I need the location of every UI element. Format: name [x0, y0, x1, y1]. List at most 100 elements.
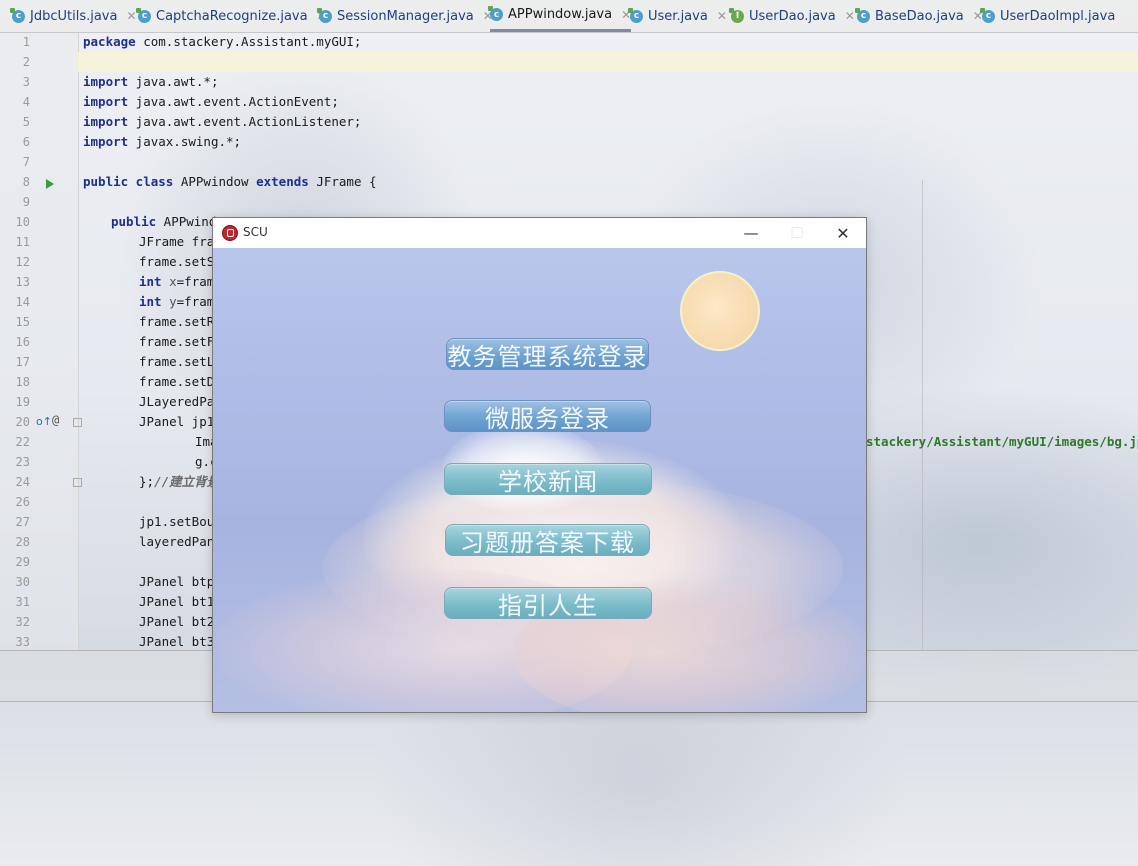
fold-icon[interactable]: [73, 478, 82, 487]
string-literal-fragment: stackery/Assistant/myGUI/images/bg.jpg": [866, 434, 1138, 449]
tab-sessionmanager[interactable]: c SessionManager.java ✕: [317, 0, 493, 32]
line-number: 20: [15, 415, 30, 429]
line-number: 6: [22, 135, 30, 149]
code-line: };//建立背景: [139, 474, 220, 489]
close-icon[interactable]: ✕: [717, 9, 727, 23]
line-number: 31: [15, 595, 30, 609]
java-class-icon: c: [10, 7, 25, 23]
tab-label: APPwindow.java: [508, 7, 613, 22]
academic-system-login-button[interactable]: 教务管理系统登录: [446, 338, 649, 371]
line-number: 18: [15, 375, 30, 389]
code-line: jp1.setBour: [139, 514, 222, 529]
java-class-icon: c: [855, 7, 870, 23]
tab-userdao[interactable]: I UserDao.java ✕: [729, 0, 855, 32]
school-news-button[interactable]: 学校新闻: [444, 463, 652, 496]
line-number: 17: [15, 355, 30, 369]
scu-logo-icon: [222, 225, 238, 241]
line-number: 5: [22, 115, 30, 129]
close-button[interactable]: ✕: [820, 218, 866, 248]
code-line: frame.setSi: [139, 254, 222, 269]
code-line: JPanel bt1=: [139, 594, 222, 609]
line-number: 10: [15, 215, 30, 229]
line-number: 12: [15, 255, 30, 269]
code-line: int x=frame: [139, 274, 222, 289]
override-marker-icon[interactable]: o↑: [36, 415, 52, 428]
code-line: import java.awt.event.ActionListener;: [83, 114, 362, 129]
tab-label: User.java: [648, 8, 708, 24]
scu-app-window: SCU — ☐ ✕ 教务管理系统登录 微服务登录 学校新闻 习题册答案下载 指引…: [212, 217, 867, 713]
code-line: import javax.swing.*;: [83, 134, 242, 149]
line-number: 24: [15, 475, 30, 489]
code-line: frame.setDe: [139, 374, 222, 389]
tab-basedao[interactable]: c BaseDao.java ✕: [855, 0, 983, 32]
line-number: 8: [22, 175, 30, 189]
tab-label: SessionManager.java: [337, 8, 474, 24]
tab-label: CaptchaRecognize.java: [156, 8, 308, 24]
code-line: frame.setLo: [139, 354, 222, 369]
code-line: import java.awt.event.ActionEvent;: [83, 94, 339, 109]
line-number: 29: [15, 555, 30, 569]
line-number: 26: [15, 495, 30, 509]
tab-user[interactable]: c User.java ✕: [628, 0, 727, 32]
line-number: 9: [22, 195, 30, 209]
code-line: public APPwindo: [111, 214, 224, 229]
tab-captcharecognize[interactable]: c CaptchaRecognize.java ✕: [136, 0, 327, 32]
java-class-icon: c: [488, 6, 503, 21]
window-title: SCU: [243, 225, 268, 239]
line-number: 27: [15, 515, 30, 529]
line-number: 11: [15, 235, 30, 249]
java-class-icon: c: [628, 7, 643, 23]
window-titlebar[interactable]: SCU — ☐ ✕: [213, 218, 866, 248]
code-line: package com.stackery.Assistant.myGUI;: [83, 34, 362, 49]
tab-label: JdbcUtils.java: [30, 8, 118, 24]
line-number: 22: [15, 435, 30, 449]
tab-label: UserDao.java: [749, 8, 836, 24]
code-line: JPanel bt3=: [139, 634, 222, 649]
code-line: JPanel jp1: [139, 414, 215, 429]
line-number: 19: [15, 395, 30, 409]
minimize-button[interactable]: —: [728, 218, 774, 248]
microservice-login-button[interactable]: 微服务登录: [444, 400, 651, 433]
line-number: 13: [15, 275, 30, 289]
tab-jdbcutils[interactable]: c JdbcUtils.java ✕: [10, 0, 137, 32]
line-number: 28: [15, 535, 30, 549]
tab-userdaoimpl[interactable]: c UserDaoImpl.java: [980, 0, 1116, 32]
background-panel: 教务管理系统登录 微服务登录 学校新闻 习题册答案下载 指引人生: [213, 248, 866, 712]
tab-label: UserDaoImpl.java: [1000, 8, 1116, 24]
run-gutter-icon[interactable]: [46, 179, 54, 189]
line-number: 16: [15, 335, 30, 349]
code-line: JFrame fram: [139, 234, 222, 249]
code-line: import java.awt.*;: [83, 74, 219, 89]
line-number: 1: [22, 35, 30, 49]
line-number: 30: [15, 575, 30, 589]
code-line: JLayeredPar: [139, 394, 222, 409]
code-line: public class APPwindow extends JFrame {: [83, 174, 377, 189]
life-guidance-button[interactable]: 指引人生: [444, 587, 652, 620]
java-class-icon: c: [980, 7, 995, 23]
code-line: frame.setFo: [139, 334, 222, 349]
tab-appwindow[interactable]: c APPwindow.java ✕: [488, 0, 632, 32]
editor-tab-bar: c JdbcUtils.java ✕ c CaptchaRecognize.ja…: [0, 0, 1138, 33]
line-number: 14: [15, 295, 30, 309]
java-class-icon: c: [317, 7, 332, 23]
line-number: 4: [22, 95, 30, 109]
code-line: frame.setRe: [139, 314, 222, 329]
right-margin-guide: [922, 180, 923, 650]
tab-label: BaseDao.java: [875, 8, 964, 24]
line-number: 3: [22, 75, 30, 89]
moon-illustration: [680, 271, 760, 351]
fold-icon[interactable]: [73, 418, 82, 427]
code-line: JPanel btpa: [139, 574, 222, 589]
line-number: 15: [15, 315, 30, 329]
exercise-answers-download-button[interactable]: 习题册答案下载: [445, 524, 650, 557]
line-number: 33: [15, 635, 30, 649]
java-class-icon: c: [136, 7, 151, 23]
code-line: layeredPane: [139, 534, 222, 549]
maximize-button: ☐: [790, 224, 804, 242]
line-number: 7: [22, 155, 30, 169]
line-number: 32: [15, 615, 30, 629]
line-number: 23: [15, 455, 30, 469]
line-number: 2: [22, 55, 30, 69]
close-icon[interactable]: ✕: [845, 9, 855, 23]
java-interface-icon: I: [729, 7, 744, 23]
